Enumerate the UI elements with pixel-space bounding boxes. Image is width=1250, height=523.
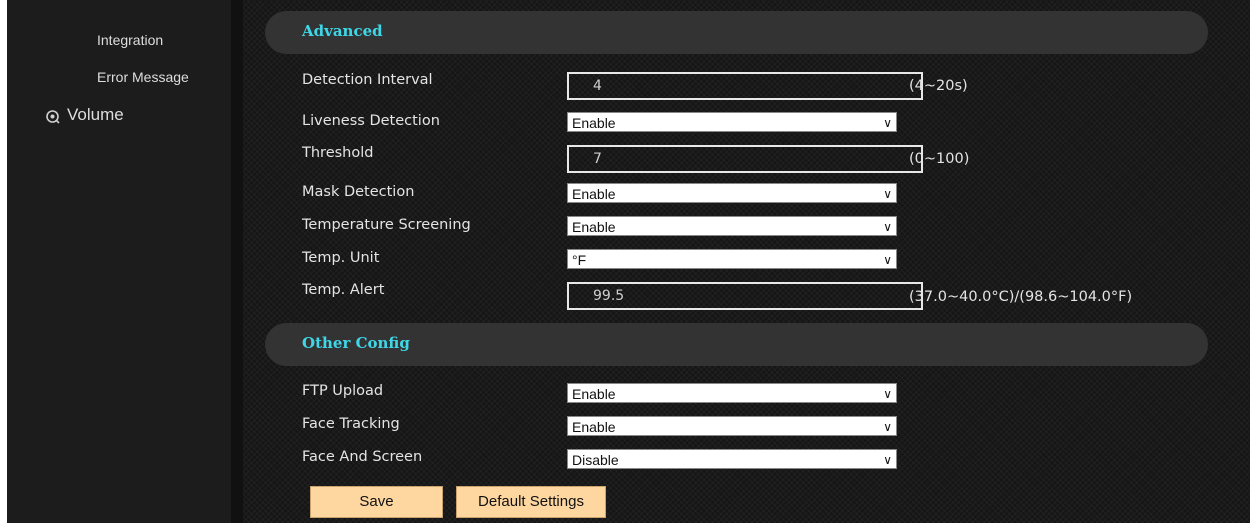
- chevron-down-icon: ∨: [883, 220, 892, 234]
- liveness-detection-label: Liveness Detection: [302, 113, 440, 129]
- temp-alert-label: Temp. Alert: [302, 282, 385, 298]
- main-panel: Advanced Detection Interval 4 (4~20s) Li…: [243, 0, 1250, 523]
- save-button[interactable]: Save: [310, 486, 443, 518]
- volume-icon: [45, 109, 61, 129]
- mask-detection-value: Enable: [572, 186, 616, 202]
- detection-interval-label: Detection Interval: [302, 72, 433, 88]
- liveness-detection-value: Enable: [572, 115, 616, 131]
- temp-alert-input[interactable]: 99.5: [567, 282, 923, 310]
- ftp-upload-label: FTP Upload: [302, 383, 384, 399]
- advanced-section-header: Advanced: [265, 11, 1208, 54]
- sidebar-item-error-message[interactable]: Error Message: [97, 69, 189, 85]
- temp-unit-value: °F: [572, 252, 587, 268]
- chevron-down-icon: ∨: [883, 116, 892, 130]
- temperature-screening-value: Enable: [572, 219, 616, 235]
- threshold-label: Threshold: [302, 145, 374, 161]
- threshold-input[interactable]: 7: [567, 145, 923, 173]
- face-and-screen-value: Disable: [572, 452, 619, 468]
- sidebar-item-integration[interactable]: Integration: [97, 32, 163, 48]
- liveness-detection-select[interactable]: Enable ∨: [567, 112, 897, 132]
- chevron-down-icon: ∨: [883, 420, 892, 434]
- temperature-screening-select[interactable]: Enable ∨: [567, 216, 897, 236]
- detection-interval-input[interactable]: 4: [567, 72, 923, 100]
- ftp-upload-select[interactable]: Enable ∨: [567, 383, 897, 403]
- mask-detection-label: Mask Detection: [302, 184, 415, 200]
- mask-detection-select[interactable]: Enable ∨: [567, 183, 897, 203]
- other-config-section-title: Other Config: [302, 334, 410, 352]
- other-config-section-header: Other Config: [265, 323, 1208, 366]
- temperature-screening-label: Temperature Screening: [302, 217, 471, 233]
- face-tracking-select[interactable]: Enable ∨: [567, 416, 897, 436]
- temp-alert-hint: (37.0~40.0°C)/(98.6~104.0°F): [909, 289, 1133, 305]
- face-tracking-label: Face Tracking: [302, 416, 400, 432]
- sidebar-item-volume[interactable]: Volume: [67, 105, 124, 125]
- face-and-screen-select[interactable]: Disable ∨: [567, 449, 897, 469]
- chevron-down-icon: ∨: [883, 453, 892, 467]
- face-and-screen-label: Face And Screen: [302, 449, 423, 465]
- detection-interval-hint: (4~20s): [909, 78, 968, 94]
- face-tracking-value: Enable: [572, 419, 616, 435]
- advanced-section-title: Advanced: [302, 22, 383, 40]
- temp-unit-select[interactable]: °F ∨: [567, 249, 897, 269]
- ftp-upload-value: Enable: [572, 386, 616, 402]
- sidebar: Integration Error Message Volume: [7, 0, 231, 523]
- chevron-down-icon: ∨: [883, 253, 892, 267]
- sidebar-divider: [231, 0, 243, 523]
- temp-unit-label: Temp. Unit: [302, 250, 380, 266]
- chevron-down-icon: ∨: [883, 387, 892, 401]
- default-settings-button[interactable]: Default Settings: [456, 486, 606, 518]
- threshold-hint: (0~100): [909, 151, 970, 167]
- chevron-down-icon: ∨: [883, 187, 892, 201]
